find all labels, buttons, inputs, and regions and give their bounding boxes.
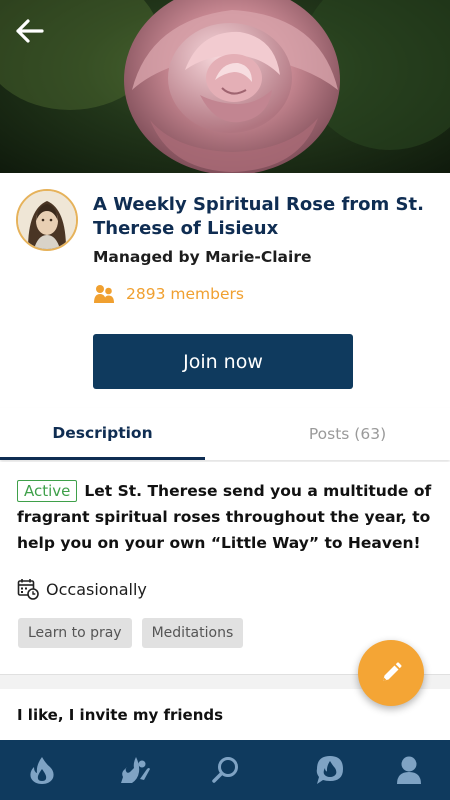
tab-bar: Description Posts (63)	[0, 408, 450, 460]
join-now-button[interactable]: Join now	[93, 334, 353, 389]
arrow-left-icon	[16, 19, 44, 43]
group-description: Active Let St. Therese send you a multitu…	[17, 478, 437, 556]
people-icon	[94, 285, 114, 303]
members-count[interactable]: 2893 members	[93, 283, 244, 305]
members-label: 2893 members	[126, 285, 244, 303]
hero-image	[0, 0, 450, 173]
tag-learn-to-pray[interactable]: Learn to pray	[18, 618, 132, 648]
tab-description[interactable]: Description	[0, 408, 205, 460]
chat-flame-icon	[316, 756, 343, 784]
bottom-navigation	[0, 740, 450, 800]
flame-icon	[30, 757, 54, 784]
nav-search[interactable]	[195, 740, 255, 800]
group-header: A Weekly Spiritual Rose from St. Therese…	[0, 173, 450, 408]
search-icon	[212, 757, 238, 783]
frequency-label: Occasionally	[46, 579, 147, 599]
group-title: A Weekly Spiritual Rose from St. Therese…	[93, 194, 424, 239]
pencil-icon	[383, 662, 402, 681]
profile-icon	[397, 756, 421, 784]
tab-posts[interactable]: Posts (63)	[245, 408, 450, 460]
nav-home[interactable]	[12, 740, 72, 800]
invite-friends-label: I like, I invite my friends	[17, 705, 224, 724]
nav-profile[interactable]	[379, 740, 439, 800]
group-manager: Managed by Marie-Claire	[93, 248, 312, 266]
nav-prayers[interactable]	[104, 740, 164, 800]
tag-meditations[interactable]: Meditations	[141, 618, 244, 648]
topic-tags: Learn to pray Meditations	[18, 618, 244, 648]
nav-community[interactable]	[300, 740, 360, 800]
description-text: Let St. Therese send you a multitude of …	[17, 482, 432, 552]
calendar-clock-icon	[17, 579, 39, 600]
status-badge: Active	[17, 480, 78, 502]
st-therese-portrait-icon	[18, 191, 76, 249]
group-avatar	[16, 189, 78, 251]
back-button[interactable]	[14, 16, 48, 46]
praying-hands-icon	[121, 757, 150, 783]
rose-illustration	[0, 0, 450, 173]
posting-frequency: Occasionally	[17, 577, 147, 601]
compose-button[interactable]	[358, 640, 424, 706]
